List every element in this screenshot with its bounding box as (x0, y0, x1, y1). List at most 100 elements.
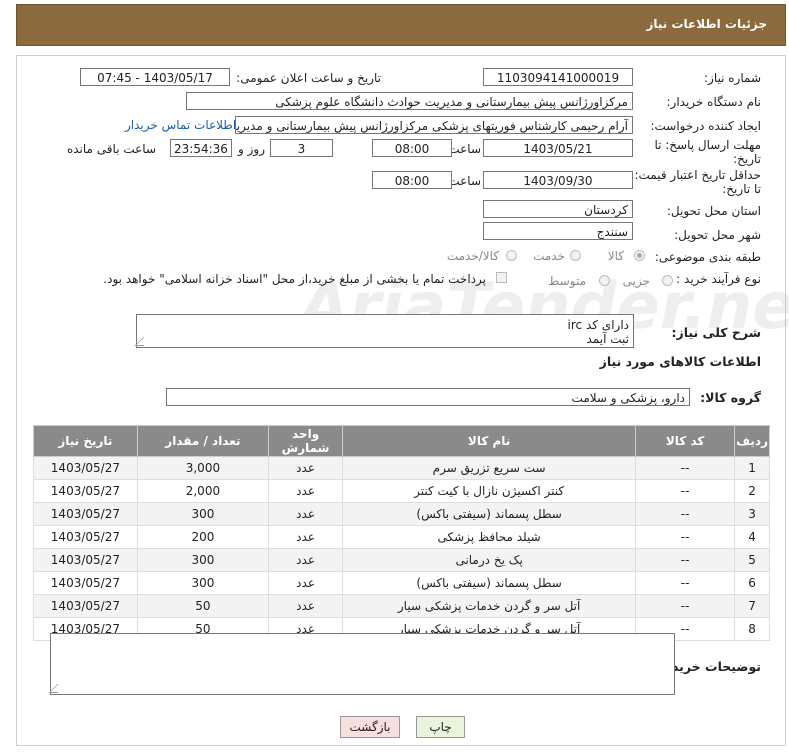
remaining-label: ساعت باقی مانده (66, 142, 156, 156)
resize-handle-icon[interactable] (134, 337, 153, 346)
col-header-unit: واحد شمارش (268, 425, 344, 457)
goods-group-label: گروه کالا: (700, 390, 761, 405)
cell-date: 1403/05/27 (33, 456, 138, 480)
buyer-label: نام دستگاه خریدار: (666, 95, 762, 109)
category-label: طبقه بندی موضوعی: (654, 250, 761, 264)
need-number-label: شماره نیاز: (704, 71, 761, 85)
days-field: 3 (270, 139, 333, 157)
cell-row: 5 (734, 548, 770, 572)
cell-row: 7 (734, 594, 770, 618)
buyer-contact-link[interactable]: اطلاعات تماس خریدار (125, 118, 236, 132)
cell-name: سطل پسماند (سیفتی باکس) (342, 571, 637, 595)
cell-code: -- (635, 479, 736, 503)
buyer-field: مرکزاورژانس پیش بیمارستانی و مدیریت حواد… (186, 92, 633, 110)
process-label: نوع فرآیند خرید : (676, 272, 761, 286)
cell-code: -- (635, 548, 736, 572)
deadline-label: مهلت ارسال پاسخ: تا تاریخ: (654, 138, 761, 166)
announce-datetime-field: 1403/05/17 - 07:45 (80, 68, 230, 86)
table-header-row: ردیف کد کالا نام کالا واحد شمارش تعداد /… (33, 425, 770, 457)
validity-time-field: 08:00 (372, 171, 452, 189)
table-row: 4 -- شیلد محافظ پزشکی عدد 200 1403/05/27 (33, 525, 770, 549)
cell-date: 1403/05/27 (33, 571, 138, 595)
description-line-1: دارای کد irc (567, 318, 629, 332)
cell-date: 1403/05/27 (33, 594, 138, 618)
category-radio-goods[interactable] (634, 250, 645, 261)
deadline-time-field: 08:00 (372, 139, 452, 157)
category-radio-both[interactable] (506, 250, 517, 261)
cell-qty: 300 (136, 502, 270, 526)
cell-unit: عدد (268, 548, 344, 572)
province-label: استان محل تحویل: (666, 204, 761, 218)
table-row: 6 -- سطل پسماند (سیفتی باکس) عدد 300 140… (33, 571, 770, 595)
goods-info-title: اطلاعات کالاهای مورد نیاز (599, 354, 761, 369)
cell-row: 2 (734, 479, 770, 503)
description-line-2: ثبت آیمد (586, 332, 629, 346)
cell-date: 1403/05/27 (33, 479, 138, 503)
cell-name: آتل سر و گردن خدمات پزشکی سیار (342, 594, 637, 618)
col-header-row: ردیف (734, 425, 770, 457)
category-option-service: خدمت (533, 249, 565, 263)
process-radio-medium[interactable] (599, 275, 610, 286)
city-field: سنندج (483, 222, 633, 240)
cell-code: -- (635, 571, 736, 595)
treasury-payment-checkbox[interactable] (496, 272, 507, 283)
process-radio-minor[interactable] (662, 275, 673, 286)
cell-qty: 300 (136, 571, 270, 595)
cell-qty: 2,000 (136, 479, 270, 503)
cell-name: کنتر اکسیژن نازال با کیت کنتر (342, 479, 637, 503)
cell-name: پک یخ درمانی (342, 548, 637, 572)
description-textarea: دارای کد irc ثبت آیمد (134, 314, 634, 348)
city-label: شهر محل تحویل: (674, 228, 761, 242)
province-field: کردستان (483, 200, 633, 218)
buyer-notes-textarea (48, 633, 675, 695)
col-header-name: نام کالا (342, 425, 637, 457)
category-option-both: کالا/خدمت (446, 249, 499, 263)
cell-row: 6 (734, 571, 770, 595)
cell-name: شیلد محافظ پزشکی (342, 525, 637, 549)
announce-label: تاریخ و ساعت اعلان عمومی: (236, 71, 381, 85)
cell-unit: عدد (268, 525, 344, 549)
table-row: 5 -- پک یخ درمانی عدد 300 1403/05/27 (33, 548, 770, 572)
deadline-time-label: ساعت (448, 142, 481, 156)
treasury-payment-note: پرداخت تمام یا بخشی از مبلغ خرید،از محل … (103, 272, 486, 286)
table-row: 1 -- ست سریع تزریق سرم عدد 3,000 1403/05… (33, 456, 770, 480)
validity-date-field: 1403/09/30 (483, 171, 633, 189)
cell-date: 1403/05/27 (33, 548, 138, 572)
table-row: 3 -- سطل پسماند (سیفتی باکس) عدد 300 140… (33, 502, 770, 526)
cell-name: سطل پسماند (سیفتی باکس) (342, 502, 637, 526)
print-button[interactable]: چاپ (416, 716, 465, 738)
cell-unit: عدد (268, 571, 344, 595)
creator-label: ایجاد کننده درخواست: (650, 119, 761, 133)
cell-date: 1403/05/27 (33, 525, 138, 549)
cell-row: 3 (734, 502, 770, 526)
cell-row: 4 (734, 525, 770, 549)
deadline-date-field: 1403/05/21 (483, 139, 633, 157)
table-row: 7 -- آتل سر و گردن خدمات پزشکی سیار عدد … (33, 594, 770, 618)
process-option-medium: متوسط (548, 274, 586, 288)
cell-unit: عدد (268, 594, 344, 618)
need-number-field: 1103094141000019 (483, 68, 633, 86)
col-header-code: کد کالا (635, 425, 736, 457)
remaining-time-field: 23:54:36 (170, 139, 232, 157)
validity-label: حداقل تاریخ اعتبار قیمت: تا تاریخ: (634, 168, 761, 196)
validity-time-label: ساعت (448, 174, 481, 188)
creator-field: آرام رحیمی کارشناس فوریتهای پزشکی مرکزاو… (235, 116, 633, 134)
goods-table: ردیف کد کالا نام کالا واحد شمارش تعداد /… (33, 425, 770, 641)
cell-qty: 3,000 (136, 456, 270, 480)
cell-row: 8 (734, 617, 770, 641)
days-label: روز و (238, 142, 265, 156)
table-row: 2 -- کنتر اکسیژن نازال با کیت کنتر عدد 2… (33, 479, 770, 503)
back-button[interactable]: بازگشت (340, 716, 400, 738)
cell-code: -- (635, 456, 736, 480)
description-label: شرح کلی نیاز: (671, 325, 761, 340)
goods-group-field: دارو، پزشکی و سلامت (166, 388, 690, 406)
resize-handle-icon[interactable] (48, 684, 67, 693)
cell-unit: عدد (268, 456, 344, 480)
page-header: جزئیات اطلاعات نیاز (16, 4, 786, 46)
cell-code: -- (635, 594, 736, 618)
cell-unit: عدد (268, 479, 344, 503)
cell-row: 1 (734, 456, 770, 480)
process-option-minor: جزیی (622, 274, 650, 288)
category-radio-service[interactable] (570, 250, 581, 261)
cell-code: -- (635, 525, 736, 549)
